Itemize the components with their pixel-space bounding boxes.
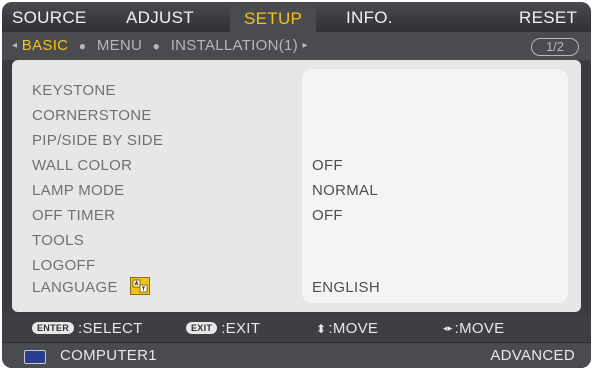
hint-select: ENTER:SELECT [32, 320, 143, 337]
menu-level: ADVANCED [490, 347, 575, 364]
hint-move-horizontal-text: :MOVE [454, 320, 505, 337]
menu-tab-bar: SOURCE ADJUST SETUP INFO. RESET [2, 2, 591, 32]
setting-language-label: LANGUAGE [32, 279, 118, 296]
right-arrow-icon[interactable]: ▸ [302, 40, 307, 51]
submenu-basic[interactable]: BASIC [22, 37, 69, 54]
updown-arrow-icon: ⬍ [316, 322, 327, 336]
hint-select-text: :SELECT [78, 320, 143, 337]
setting-pip-side-by-side[interactable]: PIP/SIDE BY SIDE [32, 132, 163, 149]
page-indicator: 1/2 [531, 38, 579, 56]
setting-wall-color[interactable]: WALL COLOR [32, 157, 132, 174]
hint-move-horizontal: ◂▸:MOVE [443, 320, 504, 337]
setting-language[interactable]: LANGUAGE [32, 277, 150, 297]
osd-menu: SOURCE ADJUST SETUP INFO. RESET ◂ BASIC … [2, 2, 591, 368]
tab-source[interactable]: SOURCE [12, 8, 87, 28]
value-lamp-mode: NORMAL [312, 182, 378, 199]
computer-source-icon [24, 350, 46, 364]
tab-setup[interactable]: SETUP [230, 5, 317, 32]
separator-dot-icon: ● [152, 39, 161, 53]
setting-tools[interactable]: TOOLS [32, 232, 84, 249]
value-off-timer: OFF [312, 207, 343, 224]
input-source: COMPUTER1 [60, 347, 157, 364]
tab-adjust[interactable]: ADJUST [126, 8, 194, 28]
hint-move-vertical-text: :MOVE [328, 320, 379, 337]
submenu-installation[interactable]: INSTALLATION(1) [171, 37, 298, 54]
enter-key-icon: ENTER [32, 322, 75, 334]
setting-logoff[interactable]: LOGOFF [32, 257, 95, 274]
submenu-menu[interactable]: MENU [97, 37, 142, 54]
setting-keystone[interactable]: KEYSTONE [32, 82, 116, 99]
exit-key-icon: EXIT [186, 322, 218, 334]
tab-reset[interactable]: RESET [519, 8, 577, 28]
tab-info[interactable]: INFO. [346, 8, 393, 28]
status-bar: COMPUTER1 ADVANCED [2, 342, 591, 368]
value-wall-color: OFF [312, 157, 343, 174]
submenu-bar: ◂ BASIC ● MENU ● INSTALLATION(1) ▸ 1/2 [2, 32, 591, 60]
value-language: ENGLISH [312, 279, 380, 296]
setting-cornerstone[interactable]: CORNERSTONE [32, 107, 152, 124]
key-hint-bar: ENTER:SELECT EXIT:EXIT ⬍:MOVE ◂▸:MOVE [2, 314, 591, 342]
left-arrow-icon[interactable]: ◂ [12, 40, 17, 51]
separator-dot-icon: ● [78, 39, 87, 53]
settings-panel: KEYSTONE CORNERSTONE PIP/SIDE BY SIDE WA… [12, 60, 581, 312]
setting-off-timer[interactable]: OFF TIMER [32, 207, 115, 224]
setting-lamp-mode[interactable]: LAMP MODE [32, 182, 124, 199]
hint-exit: EXIT:EXIT [186, 320, 260, 337]
language-icon [129, 277, 150, 296]
leftright-arrow-icon: ◂▸ [443, 323, 453, 333]
submenu-breadcrumb: ◂ BASIC ● MENU ● INSTALLATION(1) ▸ [12, 37, 308, 54]
hint-exit-text: :EXIT [221, 320, 261, 337]
hint-move-vertical: ⬍:MOVE [316, 320, 378, 337]
